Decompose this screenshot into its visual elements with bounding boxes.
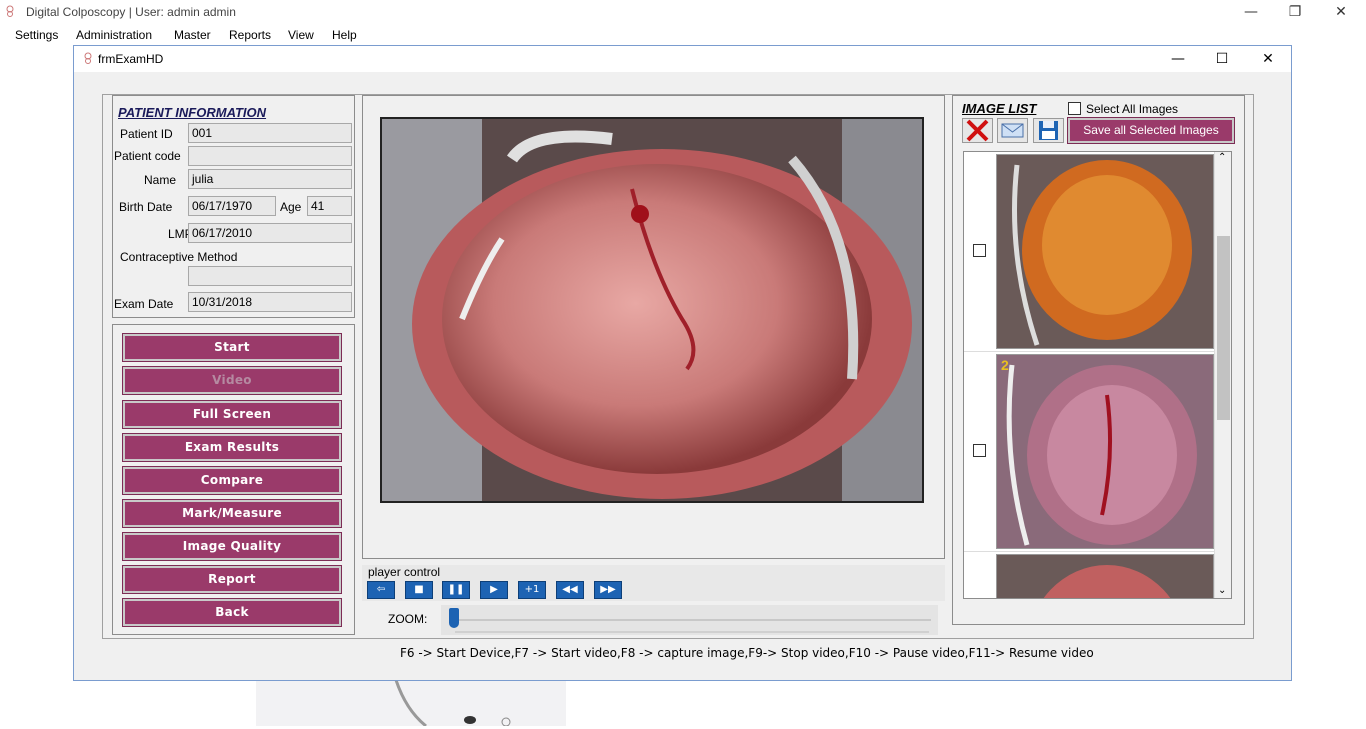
video-panel: [362, 95, 945, 559]
menu-master[interactable]: Master: [174, 28, 211, 42]
patient-code-label: Patient code: [114, 149, 181, 163]
full-screen-button[interactable]: Full Screen: [122, 400, 342, 429]
thumbnail-image[interactable]: 2: [996, 354, 1214, 549]
delete-x-icon: [966, 119, 989, 142]
player-buttons: ⇦ ■ ❚❚ ▶ +1 ◀◀ ▶▶: [367, 581, 637, 601]
image-list-panel: IMAGE LIST Select All Images Save all Se…: [952, 95, 1245, 625]
scroll-up-icon[interactable]: ⌃: [1218, 152, 1226, 163]
rewind-icon[interactable]: ◀◀: [556, 581, 584, 599]
exam-window: frmExamHD — ☐ ✕ PATIENT INFORMATION Pati…: [73, 45, 1292, 681]
email-image-button[interactable]: [997, 118, 1028, 143]
compare-button[interactable]: Compare: [122, 466, 342, 495]
report-button[interactable]: Report: [122, 565, 342, 594]
actions-panel: Start Video Full Screen Exam Results Com…: [112, 324, 355, 635]
back-arrow-icon[interactable]: ⇦: [367, 581, 395, 599]
back-button[interactable]: Back: [122, 598, 342, 627]
zoom-track: [451, 619, 931, 621]
save-image-button[interactable]: [1033, 118, 1064, 143]
name-label: Name: [144, 173, 177, 187]
email-icon: [1001, 123, 1024, 138]
image-list-heading: IMAGE LIST: [962, 101, 1037, 116]
background-illustration: [256, 679, 566, 728]
scroll-down-icon[interactable]: ⌄: [1218, 585, 1226, 596]
contraceptive-method-label: Contraceptive Method: [120, 250, 238, 264]
patient-id-field[interactable]: 001: [188, 123, 352, 143]
floppy-save-icon: [1039, 121, 1058, 140]
player-control-panel: player control ⇦ ■ ❚❚ ▶ +1 ◀◀ ▶▶: [362, 565, 945, 601]
select-all-label: Select All Images: [1086, 102, 1179, 116]
age-label: Age: [280, 200, 302, 214]
age-field[interactable]: 41: [307, 196, 352, 216]
menu-help[interactable]: Help: [332, 28, 357, 42]
delete-image-button[interactable]: [962, 118, 993, 143]
name-field[interactable]: julia: [188, 169, 352, 189]
window-minimize-button[interactable]: —: [1155, 46, 1201, 72]
menu-settings[interactable]: Settings: [15, 28, 58, 42]
plus-one-icon[interactable]: +1: [518, 581, 546, 599]
list-item[interactable]: 2: [964, 352, 1214, 552]
app-minimize-button[interactable]: —: [1228, 0, 1274, 24]
patient-info-heading: PATIENT INFORMATION: [118, 105, 267, 120]
stop-icon[interactable]: ■: [405, 581, 433, 599]
app-title: Digital Colposcopy | User: admin admin: [26, 5, 236, 19]
app-restore-button[interactable]: ❐: [1272, 0, 1318, 24]
live-video-view[interactable]: [380, 117, 924, 503]
start-button[interactable]: Start: [122, 333, 342, 362]
thumbnail-image[interactable]: [996, 154, 1214, 349]
exam-window-titlebar: frmExamHD — ☐ ✕: [74, 46, 1291, 72]
window-close-button[interactable]: ✕: [1245, 46, 1291, 72]
image-quality-button[interactable]: Image Quality: [122, 532, 342, 561]
menu-bar: Settings Administration Master Reports V…: [0, 24, 1366, 46]
patient-info-panel: PATIENT INFORMATION Patient ID 001 Patie…: [112, 95, 355, 318]
thumbnail-image[interactable]: [996, 554, 1214, 598]
menu-view[interactable]: View: [288, 28, 314, 42]
video-button[interactable]: Video: [122, 366, 342, 395]
zoom-thumb[interactable]: [449, 608, 459, 628]
select-all-checkbox[interactable]: [1068, 102, 1081, 115]
thumbnail-list[interactable]: 2 ⌃ ⌄: [963, 151, 1232, 599]
thumbnail-scrollbar[interactable]: ⌃ ⌄: [1214, 152, 1231, 598]
thumbnail-checkbox[interactable]: [973, 244, 986, 257]
thumbnail-checkbox[interactable]: [973, 444, 986, 457]
fast-forward-icon[interactable]: ▶▶: [594, 581, 622, 599]
exam-date-label: Exam Date: [114, 297, 174, 311]
lmp-field[interactable]: 06/17/2010: [188, 223, 352, 243]
list-item[interactable]: [964, 152, 1214, 352]
play-icon[interactable]: ▶: [480, 581, 508, 599]
menu-reports[interactable]: Reports: [229, 28, 271, 42]
app-close-button[interactable]: ✕: [1318, 0, 1364, 24]
save-all-selected-button[interactable]: Save all Selected Images: [1067, 117, 1235, 144]
player-control-label: player control: [368, 565, 441, 579]
patient-id-label: Patient ID: [120, 127, 173, 141]
zoom-slider[interactable]: [441, 605, 938, 635]
window-maximize-button[interactable]: ☐: [1199, 46, 1245, 72]
list-item[interactable]: [964, 552, 1214, 598]
exam-results-button[interactable]: Exam Results: [122, 433, 342, 462]
scrollbar-thumb[interactable]: [1217, 236, 1230, 420]
exam-frame: PATIENT INFORMATION Patient ID 001 Patie…: [102, 94, 1254, 639]
app-logo-icon: [6, 5, 14, 17]
app-titlebar: Digital Colposcopy | User: admin admin —…: [0, 0, 1366, 24]
contraceptive-method-field[interactable]: [188, 266, 352, 286]
zoom-label: ZOOM:: [388, 612, 428, 626]
pause-icon[interactable]: ❚❚: [442, 581, 470, 599]
mark-measure-button[interactable]: Mark/Measure: [122, 499, 342, 528]
patient-code-field[interactable]: [188, 146, 352, 166]
birth-date-field[interactable]: 06/17/1970: [188, 196, 276, 216]
exam-date-field[interactable]: 10/31/2018: [188, 292, 352, 312]
birth-date-label: Birth Date: [119, 200, 173, 214]
zoom-ticks: [455, 631, 929, 633]
keyboard-shortcuts-hint: F6 -> Start Device,F7 -> Start video,F8 …: [400, 646, 1094, 660]
exam-window-title: frmExamHD: [98, 52, 164, 66]
menu-administration[interactable]: Administration: [76, 28, 152, 42]
window-logo-icon: [84, 52, 92, 64]
thumbnail-number: 2: [1001, 357, 1009, 373]
